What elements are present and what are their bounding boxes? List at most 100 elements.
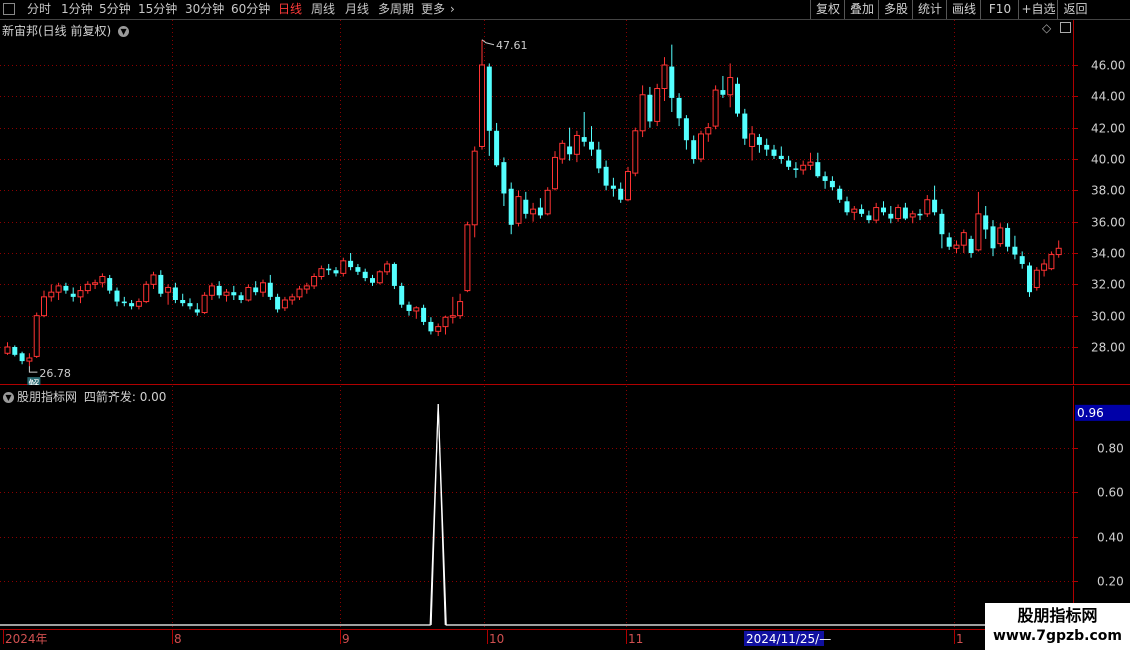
period-tab-1[interactable]: 1分钟 [61, 0, 93, 19]
toolbar-button-0[interactable]: 复权 [810, 0, 845, 19]
candle-body [494, 130, 500, 166]
candle-body [19, 353, 25, 362]
candle [618, 182, 624, 203]
candle-body [508, 188, 514, 225]
candle [48, 284, 55, 302]
x-tick-label: 10 [489, 632, 504, 646]
y-tick-label: 28.00 [1091, 341, 1125, 355]
candle [238, 292, 244, 304]
more-chevron-icon[interactable]: › [450, 0, 455, 19]
candle [135, 298, 142, 310]
candle [180, 293, 186, 307]
indicator-tick-label: 0.20 [1097, 575, 1124, 589]
period-tab-5[interactable]: 60分钟 [231, 0, 270, 19]
candle-body [143, 283, 150, 303]
toolbar-button-1[interactable]: 叠加 [844, 0, 879, 19]
toolbar-button-6[interactable]: +自选 [1018, 0, 1058, 19]
period-tab-0[interactable]: 分时 [27, 0, 51, 19]
candle [859, 204, 865, 217]
candle [4, 342, 11, 355]
candle [851, 206, 858, 221]
period-tab-7[interactable]: 周线 [311, 0, 335, 19]
low-price-label: 26.78 [39, 367, 71, 380]
candle-body [12, 347, 18, 355]
candle [530, 202, 537, 222]
toolbar-button-4[interactable]: 画线 [946, 0, 981, 19]
candle-body [1055, 247, 1062, 256]
candle-body [530, 208, 537, 215]
candle-body [4, 346, 11, 354]
toolbar-button-5[interactable]: F10 [980, 0, 1019, 19]
candle-body [303, 285, 310, 290]
candle-body [596, 149, 602, 169]
candle-body [1033, 269, 1040, 288]
candle [326, 263, 332, 275]
y-tick-label: 44.00 [1091, 90, 1125, 104]
toolbar-button-3[interactable]: 统计 [912, 0, 947, 19]
toolbar-button-2[interactable]: 多股 [878, 0, 913, 19]
candle-body [129, 303, 135, 307]
candle [997, 223, 1004, 247]
candle [165, 284, 172, 305]
period-tab-9[interactable]: 多周期 [378, 0, 414, 19]
indicator-series-line [0, 403, 1073, 626]
candle-body [654, 88, 661, 122]
candle-body [946, 237, 952, 247]
period-tab-8[interactable]: 月线 [345, 0, 369, 19]
candle-body [837, 188, 843, 200]
watermark-title: 股朋指标网 [1017, 606, 1098, 625]
candle-body [698, 133, 704, 160]
period-tab-3[interactable]: 15分钟 [138, 0, 177, 19]
candle-body [829, 180, 835, 188]
candle [355, 263, 361, 275]
candle [442, 315, 449, 335]
candle-body [793, 168, 799, 170]
candlestick-chart[interactable]: 46.00 44.00 42.00 40.00 38.00 36.00 34.00 32.00… [0, 20, 1130, 385]
candle-body [771, 149, 777, 156]
candle-body [348, 260, 354, 268]
candle [121, 296, 127, 307]
candle-body [807, 161, 814, 166]
candle-body [442, 316, 449, 328]
candle [924, 195, 931, 217]
candle [544, 187, 551, 216]
candle [1005, 223, 1011, 252]
candle-body [975, 213, 982, 251]
window-icon[interactable] [3, 3, 15, 15]
candle-body [63, 285, 69, 291]
y-tick-label: 32.00 [1091, 278, 1125, 292]
candle [289, 293, 296, 305]
candle-body [296, 288, 303, 298]
candle [786, 155, 792, 170]
x-tick-label: 2024年 [5, 632, 48, 646]
period-tab-2[interactable]: 5分钟 [99, 0, 131, 19]
candle-body [800, 164, 807, 171]
candle [990, 220, 996, 257]
candle-body [618, 188, 624, 200]
candle-body [70, 293, 76, 297]
watermark: 股朋指标网 www.7gpzb.com [985, 603, 1130, 650]
candle [348, 253, 354, 271]
candle [735, 77, 740, 117]
period-tab-4[interactable]: 30分钟 [185, 0, 224, 19]
candle [501, 157, 507, 206]
candle [494, 122, 500, 167]
candle [281, 296, 288, 311]
candle-body [362, 271, 368, 279]
candle-body [355, 267, 361, 272]
toolbar-button-7[interactable]: 返回 [1057, 0, 1093, 19]
indicator-chart[interactable]: 0.80 0.60 0.40 0.20 0.96 [0, 386, 1130, 630]
candle [267, 274, 273, 300]
candle [114, 287, 120, 307]
candle [946, 232, 952, 250]
candle [888, 206, 894, 224]
candle [902, 202, 908, 221]
candle [764, 138, 770, 156]
period-tab-6[interactable]: 日线 [278, 0, 302, 19]
candle-body [501, 162, 507, 194]
candle-body [41, 296, 47, 317]
period-tab-10[interactable]: 更多 [421, 0, 445, 19]
candle-body [428, 321, 434, 332]
candle-body [902, 207, 908, 219]
candle-body [318, 268, 325, 278]
